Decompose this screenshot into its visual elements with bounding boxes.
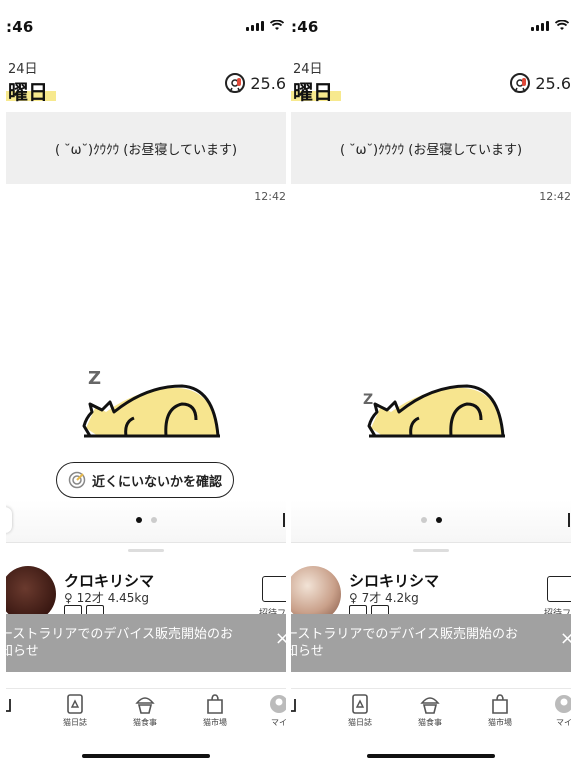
message-time: 12:42: [539, 190, 571, 203]
status-message: ( ˘ω˘)ｸｳｸｳ (お昼寝しています): [291, 112, 571, 184]
page-indicator[interactable]: [291, 517, 571, 523]
notice-close-button[interactable]: ×: [560, 630, 571, 648]
food-bowl-icon: [420, 697, 440, 714]
confirm-nearby-button[interactable]: 近くにいないかを確認: [56, 462, 234, 498]
tab-market[interactable]: 猫市場: [190, 693, 240, 728]
date-weekday: 曜日: [293, 80, 333, 104]
wifi-icon: [270, 20, 284, 30]
status-icons: [531, 20, 569, 31]
tab-label: 猫食事: [418, 718, 442, 727]
tab-my[interactable]: マイ: [254, 693, 286, 728]
pet-info: ♀ 7才 4.2kg: [349, 591, 419, 605]
pet-name[interactable]: クロキリシマ: [64, 570, 154, 591]
invite-icon[interactable]: [262, 576, 286, 602]
home-indicator[interactable]: [82, 754, 210, 758]
invite-icon[interactable]: [547, 576, 571, 602]
tab-market[interactable]: 猫市場: [475, 693, 525, 728]
tab-my[interactable]: マイ: [539, 693, 571, 728]
tab-label: 猫食事: [133, 718, 157, 727]
status-time: :46: [291, 18, 319, 36]
sleeping-cat-illustration: Z: [82, 368, 220, 438]
home-icon: [6, 699, 11, 712]
z-label: Z: [88, 368, 101, 389]
shopping-bag-icon: [207, 694, 223, 714]
profile-icon: [270, 695, 286, 713]
thermometer-icon: [225, 73, 246, 93]
page-dot-1[interactable]: [420, 517, 427, 523]
home-icon: [291, 699, 296, 712]
screen-left: :46 24日 曜日 25.6 ( ˘ω˘)ｸｳｸｳ (お昼寝しています) 12…: [6, 0, 286, 768]
shopping-bag-icon: [492, 694, 508, 714]
date-weekday: 曜日: [8, 80, 48, 104]
date-day: 24日: [8, 62, 38, 77]
page-dot-1[interactable]: [135, 517, 142, 523]
divider: [291, 542, 571, 543]
tab-label: 猫日誌: [63, 718, 87, 727]
tab-label: 猫市場: [488, 718, 512, 727]
status-time: :46: [6, 18, 34, 36]
message-time: 12:42: [254, 190, 286, 203]
profile-icon: [555, 695, 571, 713]
diary-icon: [352, 694, 368, 714]
tab-home[interactable]: [6, 693, 26, 717]
pet-name[interactable]: シロキリシマ: [349, 570, 439, 591]
confirm-nearby-label: 近くにいないかを確認: [91, 474, 222, 490]
notice-text: ーストラリアでのデバイス販売開始のお 知らせ: [291, 627, 518, 659]
signal-icon: [246, 20, 264, 31]
date-day: 24日: [293, 62, 323, 77]
sheet-grabber[interactable]: [413, 549, 449, 552]
temperature-value: 25.6: [250, 73, 286, 93]
page-dot-2[interactable]: [435, 517, 442, 523]
pet-info: ♀ 12才 4.45kg: [64, 591, 149, 605]
tab-food[interactable]: 猫食事: [120, 693, 170, 728]
notice-banner[interactable]: ーストラリアでのデバイス販売開始のお 知らせ ×: [6, 614, 286, 672]
z-label: Z: [363, 392, 373, 408]
temperature-value: 25.6: [535, 73, 571, 93]
tab-diary[interactable]: 猫日誌: [335, 693, 385, 728]
signal-icon: [531, 20, 549, 31]
radar-icon: [68, 471, 86, 489]
sheet-grabber[interactable]: [128, 549, 164, 552]
notice-banner[interactable]: ーストラリアでのデバイス販売開始のお 知らせ ×: [291, 614, 571, 672]
temperature-readout[interactable]: 25.6: [509, 72, 571, 94]
food-bowl-icon: [135, 697, 155, 714]
wifi-icon: [555, 20, 569, 30]
screen-right: :46 24日 曜日 25.6 ( ˘ω˘)ｸｳｸｳ (お昼寝しています) 12…: [291, 0, 571, 768]
tab-home[interactable]: [291, 693, 311, 717]
temperature-readout[interactable]: 25.6: [224, 72, 286, 94]
thermometer-icon: [510, 73, 531, 93]
tab-label: 猫日誌: [348, 718, 372, 727]
sleeping-cat-illustration: Z: [363, 384, 505, 438]
home-indicator[interactable]: [367, 754, 495, 758]
page-dot-2[interactable]: [150, 517, 157, 523]
divider: [6, 542, 286, 543]
tab-food[interactable]: 猫食事: [405, 693, 455, 728]
stage: :46 24日 曜日 25.6 ( ˘ω˘)ｸｳｸｳ (お昼寝しています) 12…: [0, 0, 576, 768]
status-icons: [246, 20, 284, 31]
status-message: ( ˘ω˘)ｸｳｸｳ (お昼寝しています): [6, 112, 286, 184]
notice-text: ーストラリアでのデバイス販売開始のお 知らせ: [6, 627, 233, 659]
tab-label: マイ: [556, 718, 571, 727]
page-indicator[interactable]: [6, 517, 286, 523]
tab-diary[interactable]: 猫日誌: [50, 693, 100, 728]
notice-close-button[interactable]: ×: [275, 630, 286, 648]
tab-label: 猫市場: [203, 718, 227, 727]
diary-icon: [67, 694, 83, 714]
tab-label: マイ: [271, 718, 286, 727]
